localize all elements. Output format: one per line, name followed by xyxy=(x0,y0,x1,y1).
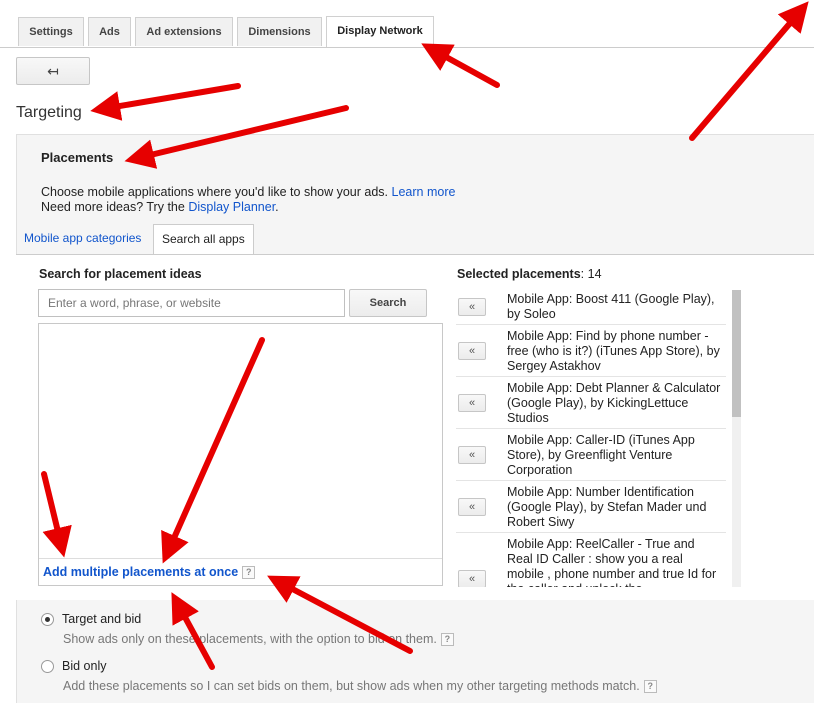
placements-description: Choose mobile applications where you'd l… xyxy=(41,185,455,215)
help-icon[interactable]: ? xyxy=(440,633,454,647)
bid-only-desc-text: Add these placements so I can set bids o… xyxy=(63,679,640,693)
selected-placements-list: « Mobile App: Boost 411 (Google Play), b… xyxy=(456,288,742,587)
page-title: Targeting xyxy=(16,104,82,121)
remove-placement-button[interactable]: « xyxy=(458,394,486,412)
remove-placement-button[interactable]: « xyxy=(458,570,486,587)
add-multiple-row: Add multiple placements at once? xyxy=(39,558,442,586)
back-arrow-icon: ↤ xyxy=(47,62,59,79)
search-label: Search for placement ideas xyxy=(39,267,202,281)
bid-only-description: Add these placements so I can set bids o… xyxy=(63,679,657,694)
target-and-bid-radio[interactable] xyxy=(41,612,54,626)
selected-label-text: Selected placements xyxy=(457,267,581,281)
help-icon[interactable]: ? xyxy=(242,566,256,580)
placement-name: Mobile App: Debt Planner & Calculator (G… xyxy=(507,381,721,425)
add-multiple-placements-link[interactable]: Add multiple placements at once? xyxy=(43,565,256,580)
arrow-to-display-network-tab xyxy=(421,43,500,88)
selected-list-scrollbar[interactable] xyxy=(732,290,741,587)
tab-mobile-app-categories[interactable]: Mobile app categories xyxy=(16,224,149,254)
tab-ad-extensions[interactable]: Ad extensions xyxy=(135,17,233,46)
placement-name: Mobile App: ReelCaller - True and Real I… xyxy=(507,537,717,587)
description-line-1: Choose mobile applications where you'd l… xyxy=(41,185,389,199)
tab-search-all-apps[interactable]: Search all apps xyxy=(153,224,254,254)
placement-name: Mobile App: Number Identification (Googl… xyxy=(507,485,707,529)
target-and-bid-description: Show ads only on these placements, with … xyxy=(63,632,454,647)
remove-placement-button[interactable]: « xyxy=(458,298,486,316)
tab-ads[interactable]: Ads xyxy=(88,17,131,46)
list-item: « Mobile App: Find by phone number - fre… xyxy=(456,325,726,377)
target-and-bid-desc-text: Show ads only on these placements, with … xyxy=(63,632,437,646)
back-button[interactable]: ↤ xyxy=(16,57,90,85)
bid-only-label: Bid only xyxy=(62,659,107,673)
search-button[interactable]: Search xyxy=(349,289,427,317)
target-and-bid-option[interactable]: Target and bid xyxy=(41,612,141,626)
bid-only-radio[interactable] xyxy=(41,659,54,673)
placements-heading: Placements xyxy=(41,150,114,165)
list-item: « Mobile App: Number Identification (Goo… xyxy=(456,481,726,533)
remove-placement-button[interactable]: « xyxy=(458,498,486,516)
list-item: « Mobile App: Caller-ID (iTunes App Stor… xyxy=(456,429,726,481)
list-item: « Mobile App: Debt Planner & Calculator … xyxy=(456,377,726,429)
add-multiple-label: Add multiple placements at once xyxy=(43,565,239,579)
tab-settings[interactable]: Settings xyxy=(18,17,84,46)
remove-placement-button[interactable]: « xyxy=(458,342,486,360)
placement-name: Mobile App: Find by phone number - free … xyxy=(507,329,720,373)
description-line-2: Need more ideas? Try the xyxy=(41,200,185,214)
bid-only-option[interactable]: Bid only xyxy=(41,659,106,673)
campaign-tab-bar: Settings Ads Ad extensions Dimensions Di… xyxy=(0,0,814,48)
display-planner-link[interactable]: Display Planner xyxy=(188,200,275,214)
placement-subtabs: Mobile app categories Search all apps xyxy=(16,224,814,254)
arrow-to-targeting xyxy=(90,83,241,121)
placement-name: Mobile App: Boost 411 (Google Play), by … xyxy=(507,292,715,321)
selected-placements-label: Selected placements: 14 xyxy=(457,267,602,281)
description-period: . xyxy=(275,200,279,214)
scrollbar-thumb[interactable] xyxy=(732,290,741,417)
target-and-bid-label: Target and bid xyxy=(62,612,142,626)
list-item: « Mobile App: ReelCaller - True and Real… xyxy=(456,533,726,587)
learn-more-link[interactable]: Learn more xyxy=(392,185,456,199)
remove-placement-button[interactable]: « xyxy=(458,446,486,464)
tab-display-network[interactable]: Display Network xyxy=(326,16,434,47)
search-input[interactable] xyxy=(38,289,345,317)
selected-count: 14 xyxy=(587,267,602,281)
search-results-box xyxy=(38,323,443,586)
tab-dimensions[interactable]: Dimensions xyxy=(237,17,322,46)
placement-name: Mobile App: Caller-ID (iTunes App Store)… xyxy=(507,433,695,477)
list-item: « Mobile App: Boost 411 (Google Play), b… xyxy=(456,288,726,325)
help-icon[interactable]: ? xyxy=(643,680,657,694)
